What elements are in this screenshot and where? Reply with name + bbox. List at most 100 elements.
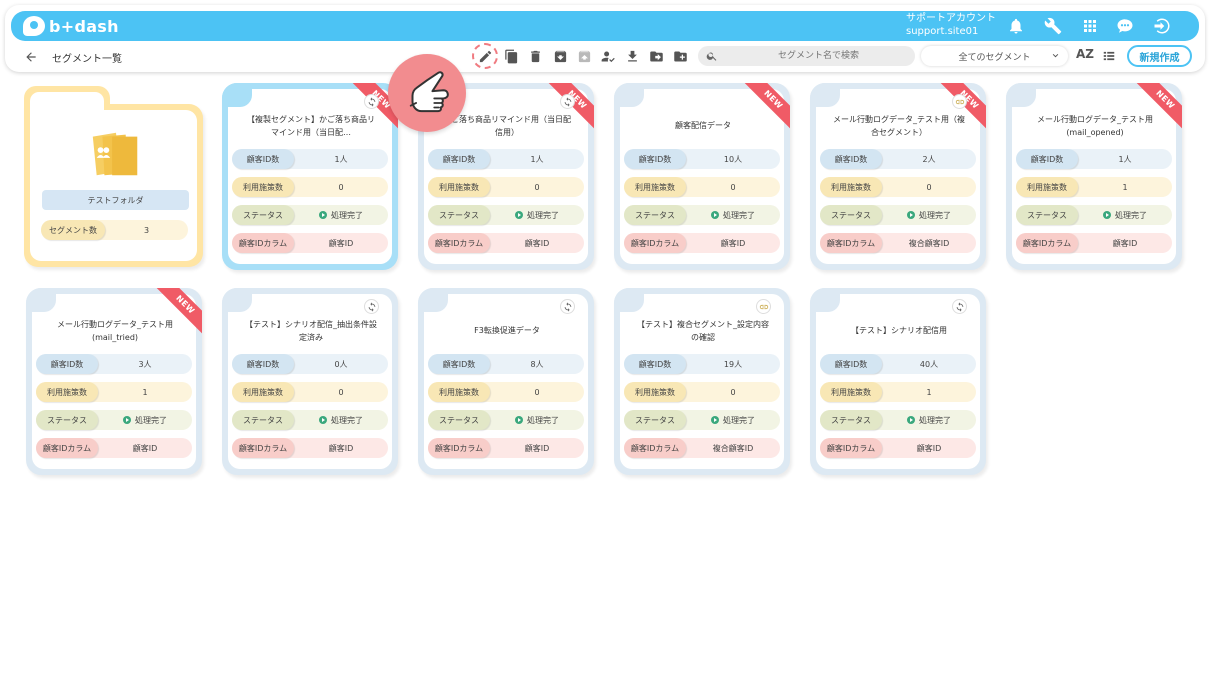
status-ok-icon <box>123 416 131 424</box>
status-ok-icon <box>515 416 523 424</box>
usage-value: 0 <box>730 182 736 192</box>
segment-count-label: セグメント数 <box>41 220 105 240</box>
bell-icon[interactable] <box>1006 16 1026 36</box>
status-ok-icon <box>711 211 719 219</box>
customer-count-value: 1人 <box>1118 154 1132 164</box>
segment-name: 【テスト】シナリオ配信_抽出条件設定済み <box>245 320 377 342</box>
column-row: 顧客IDカラム 顧客ID <box>1016 233 1172 253</box>
status-value: 処理完了 <box>527 415 559 425</box>
status-value: 処理完了 <box>1115 210 1147 220</box>
column-value: 顧客ID <box>916 443 942 453</box>
status-row: ステータス 処理完了 <box>624 205 780 225</box>
sync-icon <box>560 299 575 314</box>
search-input[interactable] <box>726 46 911 66</box>
segment-card[interactable]: 【テスト】シナリオ配信用 顧客ID数 40人 利用施策数 1 ステータス 処理完了 顧… <box>810 288 986 475</box>
status-row: ステータス 処理完了 <box>232 410 388 430</box>
customer-count-row: 顧客ID数 1人 <box>1016 149 1172 169</box>
status-value: 処理完了 <box>331 415 363 425</box>
sync-icon <box>364 299 379 314</box>
status-ok-icon <box>319 211 327 219</box>
segment-card[interactable]: NEW メール行動ログデータ_テスト用（複合セグメント） 顧客ID数 2人 利用施… <box>810 83 986 270</box>
column-row: 顧客IDカラム 複合顧客ID <box>820 233 976 253</box>
status-value: 処理完了 <box>135 415 167 425</box>
usage-value: 0 <box>534 387 540 397</box>
sort-az-button[interactable]: AZ <box>1076 47 1094 61</box>
customer-count-value: 19人 <box>723 359 743 369</box>
customer-count-value: 40人 <box>919 359 939 369</box>
folder-group-icon <box>87 128 145 180</box>
column-value: 顧客ID <box>328 443 354 453</box>
user-check-icon[interactable] <box>598 46 618 66</box>
link-icon <box>952 94 967 109</box>
segment-name: メール行動ログデータ_テスト用(mail_tried) <box>57 320 173 342</box>
status-value: 処理完了 <box>527 210 559 220</box>
segment-card[interactable]: 【テスト】シナリオ配信_抽出条件設定済み 顧客ID数 0人 利用施策数 0 ステータ… <box>222 288 398 475</box>
unarchive-icon[interactable] <box>574 46 594 66</box>
column-value: 顧客ID <box>720 238 746 248</box>
usage-row: 利用施策数 0 <box>428 177 584 197</box>
column-row: 顧客IDカラム 顧客ID <box>36 438 192 458</box>
status-value: 処理完了 <box>919 415 951 425</box>
logout-icon[interactable] <box>1152 16 1172 36</box>
segment-card[interactable]: NEW メール行動ログデータ_テスト用(mail_tried) 顧客ID数 3人 … <box>26 288 202 475</box>
grid-icon[interactable] <box>1080 16 1100 36</box>
customer-count-row: 顧客ID数 40人 <box>820 354 976 374</box>
usage-row: 利用施策数 0 <box>624 382 780 402</box>
column-value: 顧客ID <box>524 443 550 453</box>
column-row: 顧客IDカラム 複合顧客ID <box>624 438 780 458</box>
usage-value: 0 <box>338 387 344 397</box>
status-ok-icon <box>319 416 327 424</box>
sync-icon <box>952 299 967 314</box>
segment-card[interactable]: 【テスト】複合セグメント_設定内容の確認 顧客ID数 19人 利用施策数 0 ステー… <box>614 288 790 475</box>
edit-icon[interactable] <box>472 43 498 69</box>
support-chat-icon[interactable] <box>1115 16 1135 36</box>
new-folder-icon[interactable] <box>670 46 690 66</box>
folder-segment-count-row: セグメント数 3 <box>41 220 188 240</box>
customer-count-value: 1人 <box>334 154 348 164</box>
account-name: サポートアカウント <box>906 13 996 24</box>
status-row: ステータス 処理完了 <box>624 410 780 430</box>
sync-icon <box>364 94 379 109</box>
copy-icon[interactable] <box>501 46 521 66</box>
wrench-icon[interactable] <box>1043 16 1063 36</box>
column-row: 顧客IDカラム 顧客ID <box>232 438 388 458</box>
customer-count-row: 顧客ID数 10人 <box>624 149 780 169</box>
usage-row: 利用施策数 1 <box>1016 177 1172 197</box>
status-row: ステータス 処理完了 <box>428 410 584 430</box>
segment-filter-select[interactable]: 全てのセグメント <box>921 46 1068 66</box>
status-value: 処理完了 <box>331 210 363 220</box>
list-view-icon[interactable] <box>1101 48 1117 62</box>
column-row: 顧客IDカラム 顧客ID <box>820 438 976 458</box>
account-info[interactable]: サポートアカウント support.site01 <box>906 12 996 38</box>
trash-icon[interactable] <box>525 46 545 66</box>
top-bar: b+dash サポートアカウント support.site01 <box>11 11 1199 41</box>
logo[interactable]: b+dash <box>23 16 119 36</box>
create-new-button[interactable]: 新規作成 <box>1127 45 1192 67</box>
back-arrow-icon[interactable] <box>24 49 38 63</box>
segment-card[interactable]: NEW 【複製セグメント】かご落ち商品リマインド用（当日配… 顧客ID数 1人 利… <box>222 83 398 270</box>
column-value: 顧客ID <box>524 238 550 248</box>
segment-card[interactable]: NEW 顧客配信データ 顧客ID数 10人 利用施策数 0 ステータス 処理完了 顧客… <box>614 83 790 270</box>
segment-name: かご落ち商品リマインド用（当日配信用） <box>443 115 571 137</box>
column-row: 顧客IDカラム 顧客ID <box>428 438 584 458</box>
column-row: 顧客IDカラム 顧客ID <box>232 233 388 253</box>
usage-row: 利用施策数 0 <box>428 382 584 402</box>
move-folder-icon[interactable] <box>646 46 666 66</box>
customer-count-row: 顧客ID数 3人 <box>36 354 192 374</box>
column-row: 顧客IDカラム 顧客ID <box>624 233 780 253</box>
logo-bubble-icon <box>23 16 45 36</box>
segment-card[interactable]: F3転換促進データ 顧客ID数 8人 利用施策数 0 ステータス 処理完了 顧客IDカ… <box>418 288 594 475</box>
folder-name: テストフォルダ <box>42 190 189 210</box>
segment-card[interactable]: NEW メール行動ログデータ_テスト用(mail_opened) 顧客ID数 1人… <box>1006 83 1182 270</box>
segment-name: F3転換促進データ <box>474 326 540 335</box>
usage-value: 0 <box>534 182 540 192</box>
customer-count-value: 10人 <box>723 154 743 164</box>
segment-name: メール行動ログデータ_テスト用(mail_opened) <box>1037 115 1153 137</box>
usage-row: 利用施策数 0 <box>820 177 976 197</box>
archive-icon[interactable] <box>550 46 570 66</box>
segment-count-value: 3 <box>143 225 150 235</box>
usage-row: 利用施策数 1 <box>820 382 976 402</box>
customer-count-row: 顧客ID数 8人 <box>428 354 584 374</box>
customer-count-row: 顧客ID数 19人 <box>624 354 780 374</box>
download-icon[interactable] <box>622 46 642 66</box>
